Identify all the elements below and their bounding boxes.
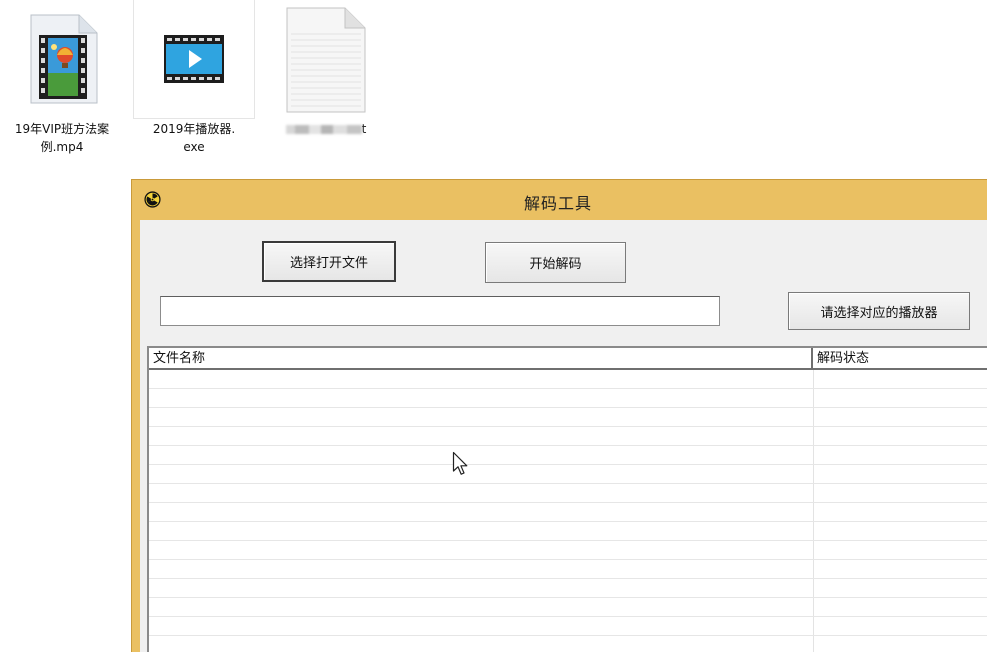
video-file-icon <box>30 14 98 104</box>
column-header-file-name[interactable]: 文件名称 <box>149 348 813 368</box>
empty-cell <box>814 503 987 521</box>
empty-cell <box>149 389 814 407</box>
empty-cell <box>814 579 987 597</box>
file-name-suffix: t <box>361 122 367 136</box>
empty-list-row <box>149 522 987 541</box>
blurred-file-name <box>285 125 362 134</box>
empty-list-row <box>149 389 987 408</box>
empty-cell <box>149 579 814 597</box>
window-title: 解码工具 <box>523 194 592 213</box>
empty-cell <box>814 522 987 540</box>
empty-cell <box>149 370 814 388</box>
choose-player-button[interactable]: 请选择对应的播放器 <box>788 292 970 330</box>
desktop: 19年VIP班方法案 例.mp4 2019年播放器. exe t 解码工具 选择… <box>0 0 987 652</box>
desktop-file-text[interactable]: t <box>266 0 386 168</box>
empty-list-row <box>149 636 987 652</box>
empty-cell <box>814 560 987 578</box>
empty-list-row <box>149 579 987 598</box>
empty-list-row <box>149 541 987 560</box>
window-client-area: 选择打开文件 开始解码 请选择对应的播放器 文件名称 解码状态 <box>140 220 987 652</box>
empty-cell <box>149 541 814 559</box>
empty-cell <box>149 560 814 578</box>
file-name-line1: 19年VIP班方法案 <box>14 122 110 136</box>
file-name-line2: exe <box>183 140 205 154</box>
empty-cell <box>814 427 987 445</box>
empty-list-row <box>149 427 987 446</box>
empty-cell <box>149 465 814 483</box>
window-titlebar[interactable]: 解码工具 <box>132 180 987 220</box>
text-file-icon <box>286 7 366 113</box>
desktop-file-exe[interactable]: 2019年播放器. exe <box>133 0 255 168</box>
file-name-line2: 例.mp4 <box>40 140 84 154</box>
empty-cell <box>814 636 987 652</box>
file-name-line1: 2019年播放器. <box>152 122 236 136</box>
list-rows <box>149 370 987 652</box>
empty-cell <box>149 484 814 502</box>
empty-cell <box>149 446 814 464</box>
video-file-thumbnail <box>2 0 122 118</box>
empty-cell <box>149 636 814 652</box>
text-file-thumbnail <box>266 0 386 118</box>
empty-cell <box>814 598 987 616</box>
empty-list-row <box>149 598 987 617</box>
empty-cell <box>149 408 814 426</box>
empty-list-row <box>149 370 987 389</box>
empty-cell <box>814 408 987 426</box>
empty-cell <box>149 427 814 445</box>
player-exe-thumbnail <box>133 0 255 119</box>
player-exe-icon <box>164 35 224 83</box>
empty-cell <box>814 370 987 388</box>
empty-list-row <box>149 617 987 636</box>
empty-cell <box>149 598 814 616</box>
empty-list-row <box>149 446 987 465</box>
desktop-file-mp4[interactable]: 19年VIP班方法案 例.mp4 <box>2 0 122 168</box>
empty-cell <box>814 541 987 559</box>
decoder-window: 解码工具 选择打开文件 开始解码 请选择对应的播放器 文件名称 解码状态 <box>131 179 987 652</box>
empty-list-row <box>149 465 987 484</box>
empty-cell <box>814 484 987 502</box>
start-decode-button[interactable]: 开始解码 <box>485 242 626 283</box>
empty-cell <box>814 446 987 464</box>
empty-list-row <box>149 408 987 427</box>
empty-cell <box>814 465 987 483</box>
empty-cell <box>814 389 987 407</box>
empty-cell <box>149 617 814 635</box>
list-header: 文件名称 解码状态 <box>149 348 987 370</box>
open-file-button[interactable]: 选择打开文件 <box>262 241 396 282</box>
empty-cell <box>814 617 987 635</box>
file-list-view[interactable]: 文件名称 解码状态 <box>147 346 987 652</box>
empty-cell <box>149 522 814 540</box>
column-header-decode-status[interactable]: 解码状态 <box>813 348 987 368</box>
empty-list-row <box>149 560 987 579</box>
empty-list-row <box>149 484 987 503</box>
empty-cell <box>149 503 814 521</box>
file-path-input[interactable] <box>160 296 720 326</box>
empty-list-row <box>149 503 987 522</box>
